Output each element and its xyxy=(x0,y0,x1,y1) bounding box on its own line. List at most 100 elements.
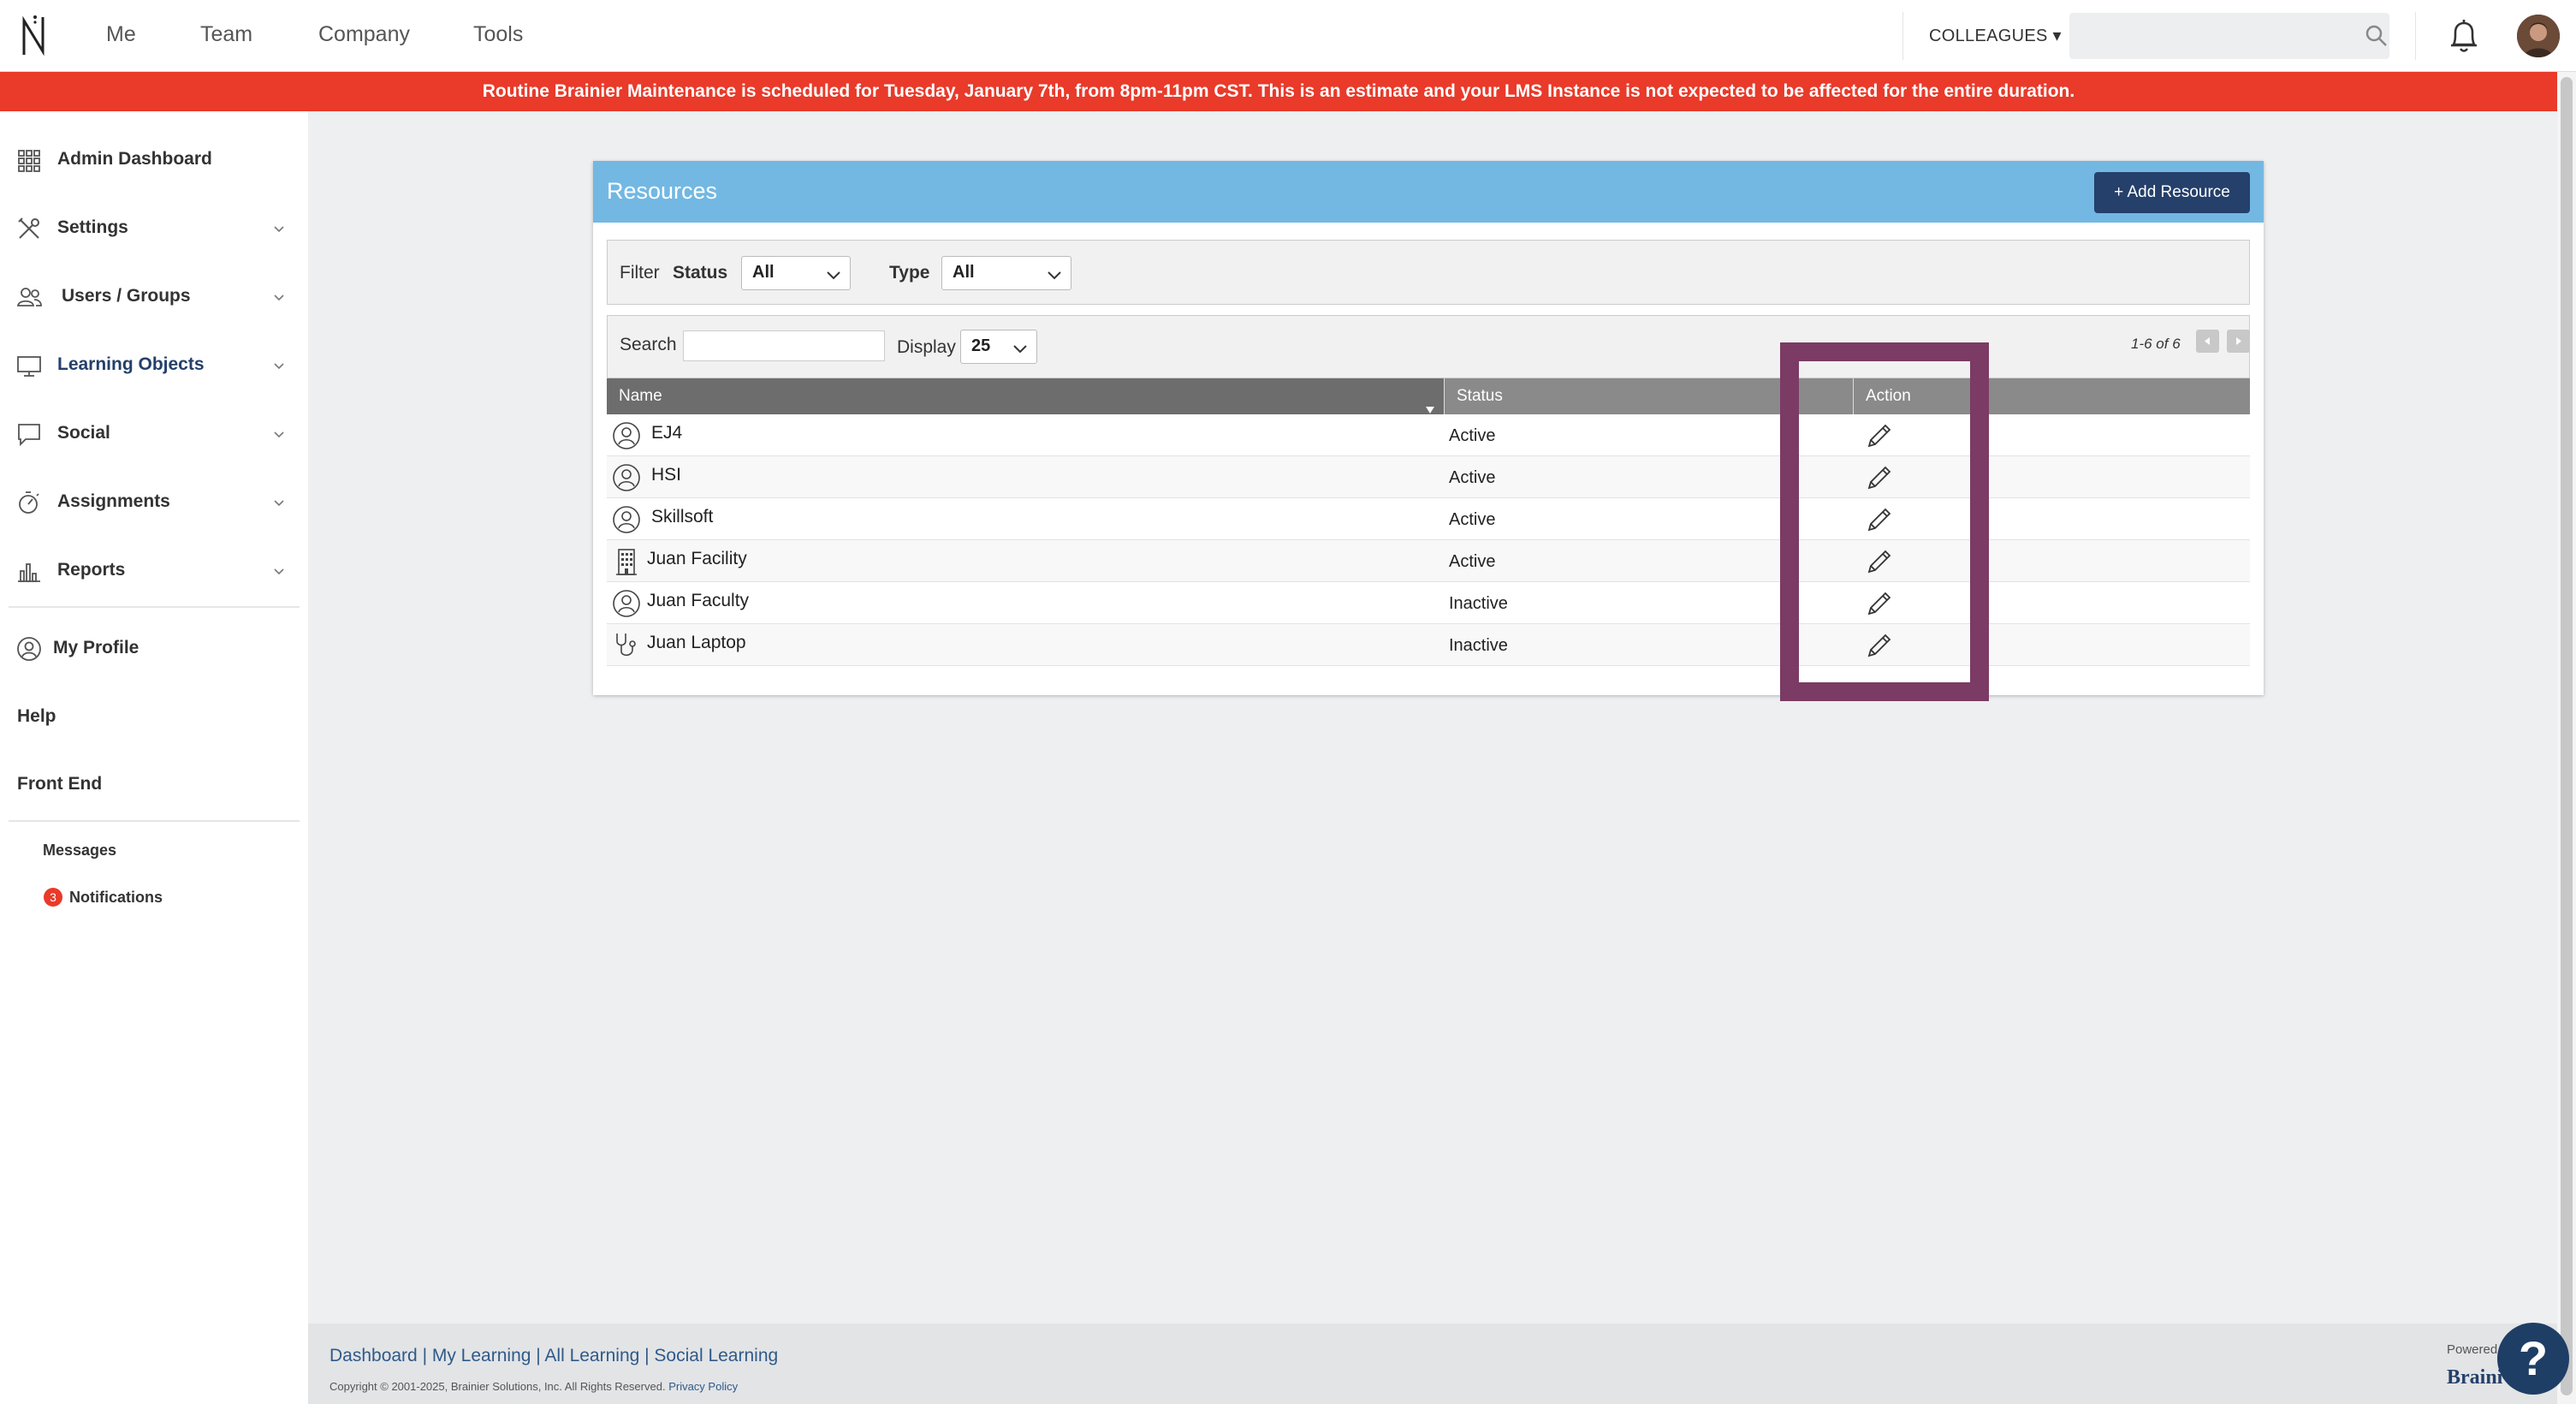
sidebar-item-learning-objects[interactable]: Learning Objects xyxy=(0,340,308,391)
divider xyxy=(1902,12,1903,60)
sidebar-item-admin-dashboard[interactable]: Admin Dashboard xyxy=(0,134,308,186)
footer-links: Dashboard | My Learning | All Learning |… xyxy=(329,1346,778,1366)
person-icon xyxy=(612,589,641,618)
resource-status: Inactive xyxy=(1449,636,1508,655)
prev-page-button[interactable] xyxy=(2196,330,2219,353)
type-filter-select[interactable]: All xyxy=(941,256,1071,290)
sort-desc-icon xyxy=(1425,392,1435,413)
brand-logo: Braini xyxy=(2447,1366,2503,1389)
filter-bar: Filter Status All Type All xyxy=(607,240,2250,305)
scrollbar[interactable] xyxy=(2557,72,2576,1404)
privacy-policy-link[interactable]: Privacy Policy xyxy=(668,1380,738,1393)
footer-separator: | xyxy=(639,1346,655,1365)
resources-panel: Resources + Add Resource Filter Status A… xyxy=(593,161,2264,695)
table-header: Name Status Action xyxy=(607,378,2250,414)
footer-separator: | xyxy=(417,1346,432,1365)
avatar[interactable] xyxy=(2517,15,2560,57)
sidebar-item-assignments[interactable]: Assignments xyxy=(0,477,308,528)
sidebar-item-settings[interactable]: Settings xyxy=(0,203,308,254)
sidebar-item-label: Assignments xyxy=(57,491,170,511)
chevron-down-icon xyxy=(1012,341,1028,354)
sidebar-item-notifications[interactable]: Notifications xyxy=(69,889,163,907)
sidebar-item-front-end[interactable]: Front End xyxy=(17,774,102,794)
bell-icon[interactable] xyxy=(2448,17,2480,55)
top-navbar: Me Team Company Tools COLLEAGUES ▾ xyxy=(0,0,2576,72)
search-bar: Search Display 25 1-6 of 6 xyxy=(607,315,2250,378)
logo-icon[interactable] xyxy=(17,12,51,60)
chat-icon xyxy=(15,420,43,448)
monitor-icon xyxy=(15,352,43,379)
sidebar-item-users-groups[interactable]: Users / Groups xyxy=(0,271,308,323)
nav-tools[interactable]: Tools xyxy=(473,22,523,47)
next-page-button[interactable] xyxy=(2227,330,2250,353)
display-label: Display xyxy=(897,337,956,357)
bar-chart-icon xyxy=(15,557,43,585)
chevron-down-icon xyxy=(272,564,286,578)
sidebar: Admin Dashboard Settings Users / Groups … xyxy=(0,111,308,1404)
colleagues-dropdown[interactable]: COLLEAGUES ▾ xyxy=(1929,25,2062,46)
maintenance-banner: Routine Brainier Maintenance is schedule… xyxy=(0,72,2557,111)
footer-link-social-learning[interactable]: Social Learning xyxy=(654,1346,778,1365)
chevron-down-icon xyxy=(272,427,286,441)
sidebar-item-social[interactable]: Social xyxy=(0,408,308,460)
table-row: Juan Faculty Inactive xyxy=(607,582,2250,624)
display-count-select[interactable]: 25 xyxy=(960,330,1037,364)
resource-name[interactable]: Juan Facility xyxy=(647,549,747,569)
status-filter-select[interactable]: All xyxy=(741,256,851,290)
search-label: Search xyxy=(620,335,677,354)
resource-name[interactable]: Juan Laptop xyxy=(647,633,746,653)
help-button[interactable]: ? xyxy=(2497,1323,2569,1395)
scrollbar-thumb[interactable] xyxy=(2561,77,2573,1395)
resource-name[interactable]: EJ4 xyxy=(651,423,682,443)
sidebar-item-label: Users / Groups xyxy=(62,286,191,306)
table-row: Juan Laptop Inactive xyxy=(607,624,2250,666)
person-icon xyxy=(612,463,641,492)
search-input[interactable] xyxy=(683,330,885,361)
divider xyxy=(2415,12,2416,60)
footer-link-my-learning[interactable]: My Learning xyxy=(432,1346,531,1365)
resource-status: Inactive xyxy=(1449,594,1508,613)
column-header-label: Name xyxy=(619,387,662,405)
sidebar-item-my-profile[interactable]: My Profile xyxy=(0,623,308,675)
chevron-down-icon xyxy=(272,290,286,304)
nav-team[interactable]: Team xyxy=(200,22,252,47)
stethoscope-icon xyxy=(612,631,641,660)
filter-label: Filter xyxy=(620,263,660,283)
divider xyxy=(9,606,300,608)
user-circle-icon xyxy=(15,635,43,663)
status-filter-label: Status xyxy=(673,263,728,283)
chevron-down-icon xyxy=(272,496,286,509)
sidebar-item-help[interactable]: Help xyxy=(17,706,56,727)
display-count-value: 25 xyxy=(971,336,991,355)
sidebar-item-label: My Profile xyxy=(53,638,139,657)
resource-name[interactable]: HSI xyxy=(651,465,681,485)
column-header-name[interactable]: Name xyxy=(607,378,1444,414)
footer-link-all-learning[interactable]: All Learning xyxy=(544,1346,639,1365)
chevron-down-icon xyxy=(1047,267,1062,280)
sidebar-item-messages[interactable]: Messages xyxy=(43,842,116,860)
powered-by-label: Powered xyxy=(2447,1342,2498,1357)
resource-name[interactable]: Skillsoft xyxy=(651,507,713,527)
global-search-input[interactable] xyxy=(2069,13,2389,59)
resource-name[interactable]: Juan Faculty xyxy=(647,591,749,611)
copyright: Copyright © 2001-2025, Brainier Solution… xyxy=(329,1380,738,1393)
nav-company[interactable]: Company xyxy=(318,22,410,47)
footer: Dashboard | My Learning | All Learning |… xyxy=(308,1324,2557,1404)
add-resource-button[interactable]: + Add Resource xyxy=(2094,172,2250,213)
resource-status: Active xyxy=(1449,426,1496,445)
highlight-box xyxy=(1780,342,1989,701)
search-icon[interactable] xyxy=(2364,23,2389,49)
sidebar-item-reports[interactable]: Reports xyxy=(0,545,308,597)
pagination-info: 1-6 of 6 xyxy=(2131,336,2181,352)
grid-icon xyxy=(15,146,43,174)
divider xyxy=(9,820,300,822)
users-icon xyxy=(15,283,43,311)
nav-me[interactable]: Me xyxy=(106,22,136,47)
resource-status: Active xyxy=(1449,468,1496,487)
chevron-down-icon xyxy=(826,267,841,280)
table-row: HSI Active xyxy=(607,456,2250,498)
footer-link-dashboard[interactable]: Dashboard xyxy=(329,1346,418,1365)
tools-icon xyxy=(15,215,43,242)
table-row: Skillsoft Active xyxy=(607,498,2250,540)
person-icon xyxy=(612,505,641,534)
